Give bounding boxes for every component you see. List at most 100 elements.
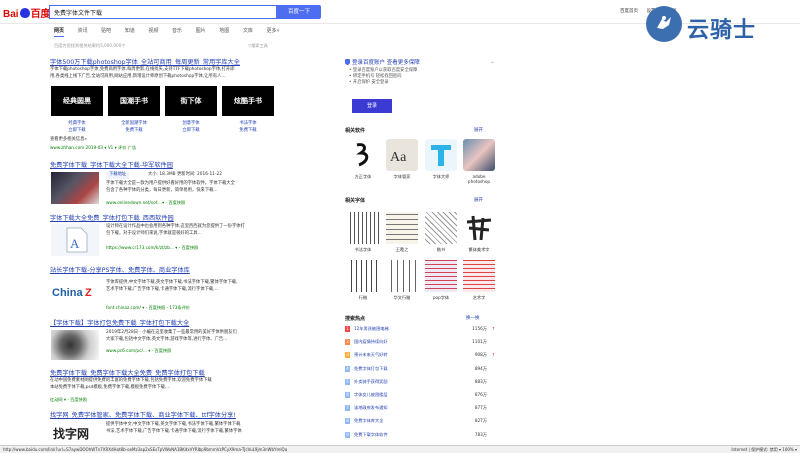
hot-text[interactable]: 免费字体库大全	[354, 418, 383, 424]
baidu-logo[interactable]: Bai 百度	[3, 5, 51, 20]
result-thumbnail[interactable]: 找字网	[51, 423, 99, 443]
hot-item[interactable]: 8 免费字体库大全 827万	[345, 418, 495, 426]
download-badge[interactable]: 下载地址	[106, 172, 130, 179]
font-download-link[interactable]: 立即下载	[165, 127, 217, 133]
search-input[interactable]: 免费字体文件下载	[49, 5, 277, 19]
font-label[interactable]: 创意字体	[165, 120, 217, 126]
result-thumbnail[interactable]	[51, 172, 99, 204]
hot-item[interactable]: 5 外卖骑手获得奖励 883万	[345, 378, 495, 387]
app-icon[interactable]	[347, 139, 379, 171]
app-label[interactable]: adobe photoshop	[462, 174, 496, 184]
font-sample-image[interactable]	[463, 260, 495, 292]
photoshop-icon[interactable]	[463, 139, 495, 171]
result-title[interactable]: 找字网_免费字体管家、免费字体下载、商业字体下载、ttf字体分享!	[50, 410, 236, 419]
font-sample-image[interactable]	[425, 212, 457, 244]
font-sample-image[interactable]	[347, 212, 379, 244]
more-link[interactable]: 查看更多相关信息»	[50, 137, 87, 144]
hot-item[interactable]: 7 该地政府发布通知 877万	[345, 405, 495, 413]
font-label[interactable]: 楷书	[424, 247, 458, 253]
fonts-expand[interactable]: 展开	[474, 197, 483, 203]
result-url[interactable]: font.chinaz.com/ ▾ - 百度快照 - 173条评价	[106, 305, 190, 311]
search-button[interactable]: 百度一下	[277, 5, 321, 19]
font-sample-image[interactable]	[386, 260, 418, 292]
hot-item[interactable]: 6 字体女儿被困楼层 876万	[345, 392, 495, 400]
trend-up-icon: ↑	[491, 326, 495, 331]
hot-item[interactable]: 3 预计未来天气好转 908万 ↑	[345, 352, 495, 360]
hot-text[interactable]: 免费下载字体软件	[354, 432, 388, 438]
tab-map[interactable]: 地图	[219, 28, 229, 34]
search-tools[interactable]: ▽搜索工具	[248, 43, 268, 49]
result-title[interactable]: 免费字体下载_免费字体下载大全免费_免费字体打包下载	[50, 368, 205, 377]
result-title[interactable]: 字体下载大全免费_字体打包下载_西西软件园	[50, 213, 174, 222]
hot-refresh[interactable]: 换一换	[466, 315, 480, 321]
font-label[interactable]: pop字体	[424, 295, 458, 301]
result-title[interactable]: 字体500万下载photoshop字体_全站可商用_每周更新_常用字库大全	[50, 57, 240, 66]
font-label[interactable]: 王羲之	[385, 247, 419, 253]
font-label[interactable]: 书法字体	[222, 120, 274, 126]
hot-text[interactable]: 免费字体打包下载	[354, 366, 388, 372]
hot-item[interactable]: 1 12年男孩被困电梯 1156万 ↑	[345, 326, 495, 334]
software-expand[interactable]: 展开	[474, 127, 483, 133]
tab-wenku[interactable]: 文库	[243, 28, 253, 34]
login-button[interactable]: 登录	[352, 99, 392, 113]
result-thumbnail[interactable]	[51, 330, 99, 360]
font-tile[interactable]: 炫酷手书	[222, 86, 274, 116]
font-label[interactable]: 书法字体	[346, 247, 380, 253]
font-tile[interactable]: 国潮手书	[108, 86, 160, 116]
hot-text[interactable]: 国内疫情持续向好	[354, 339, 388, 345]
hot-text[interactable]: 预计未来天气好转	[354, 352, 388, 358]
result-title[interactable]: 【字体下载】字体打包免费下载_字体打包下载大全	[50, 318, 189, 327]
result-title[interactable]: 免费字体下载_字体下载大全下载-华军软件园	[50, 160, 173, 169]
font-sample-image[interactable]	[386, 212, 418, 244]
result-title[interactable]: 站长字体下载-分享PS字体、免费字体、商业字体库	[50, 265, 190, 274]
hot-item[interactable]: 4 免费字体打包下载 894万	[345, 365, 495, 374]
app-label[interactable]: 方正字体	[346, 174, 380, 180]
hot-text[interactable]: 字体女儿被困楼层	[354, 392, 388, 398]
app-icon[interactable]: Aa	[386, 139, 418, 171]
result-thumbnail[interactable]: A	[51, 224, 99, 256]
font-sample-image[interactable]	[347, 260, 379, 292]
chevron-down-icon[interactable]: ⌄	[490, 58, 495, 65]
hot-count: 783万	[474, 431, 487, 437]
font-download-link[interactable]: 立即下载	[51, 127, 103, 133]
font-label[interactable]: 行楷	[346, 295, 380, 301]
font-tile[interactable]: 经典圆黑	[51, 86, 103, 116]
tab-more[interactable]: 更多»	[266, 28, 279, 34]
login-tip[interactable]: 登录百度账户 查看更多保障	[352, 60, 420, 66]
hot-rank: 9	[345, 431, 350, 438]
result-url[interactable]: www.pc6.com/pc/... ▾ - 百度快照	[106, 348, 171, 354]
result-url[interactable]: www.onlinedown.net/sof... ▾ - 百度快照	[106, 200, 185, 206]
tab-images[interactable]: 图片	[196, 28, 206, 34]
result-thumbnail[interactable]: China Z	[51, 280, 99, 304]
font-download-link[interactable]: 免费下载	[108, 127, 160, 133]
font-label[interactable]: 华文行楷	[385, 295, 419, 301]
home-link[interactable]: 百度首页	[620, 9, 638, 14]
tab-video[interactable]: 视频	[148, 28, 158, 34]
font-label[interactable]: 经典字体	[51, 120, 103, 126]
tab-zhidao[interactable]: 知道	[125, 28, 135, 34]
tab-web[interactable]: 网页	[54, 28, 65, 37]
font-tile[interactable]: 街下体	[165, 86, 217, 116]
app-label[interactable]: 字体管家	[385, 174, 419, 180]
font-sample-image[interactable]	[463, 212, 495, 244]
app-label[interactable]: 字体大师	[424, 174, 458, 180]
tab-music[interactable]: 音乐	[172, 28, 182, 34]
tab-tieba[interactable]: 贴吧	[101, 28, 111, 34]
hot-text[interactable]: 12年男孩被困电梯	[354, 326, 389, 332]
font-label[interactable]: 艺术字	[462, 295, 496, 301]
font-label[interactable]: 全新国潮字体	[108, 120, 160, 126]
result-url[interactable]: https://www.cr173.com/k/zt/zb... ▾ - 百度快…	[106, 245, 198, 251]
svg-text:找字网: 找字网	[53, 426, 89, 441]
hot-text[interactable]: 外卖骑手获得奖励	[354, 379, 388, 385]
font-sample-image[interactable]	[425, 260, 457, 292]
hot-item[interactable]: 9 免费下载字体软件 783万	[345, 431, 495, 440]
status-bar: http://www.baidu.com/link?url=S7aywDOOhW…	[0, 445, 800, 453]
app-icon[interactable]	[425, 139, 457, 171]
hot-item[interactable]: 2 国内疫情持续向好 1101万	[345, 339, 495, 347]
result-url[interactable]: www.zhhan.com 2019-03 ▾ V1 ▾ 评价 广告	[50, 145, 136, 151]
font-label[interactable]: 繁体美术字	[462, 247, 496, 253]
hot-text[interactable]: 该地政府发布通知	[354, 405, 388, 411]
result-url[interactable]: 红动网 ▾ - 百度快照	[50, 397, 87, 403]
font-download-link[interactable]: 免费下载	[222, 127, 274, 133]
tab-news[interactable]: 资讯	[78, 28, 88, 34]
